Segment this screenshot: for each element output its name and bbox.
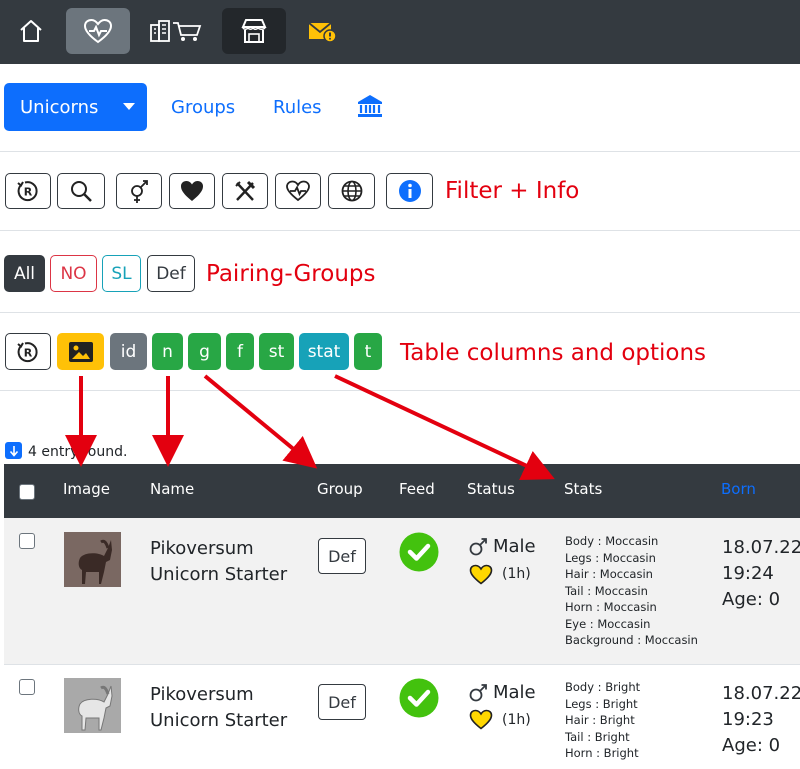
arrow-stats [334,374,555,480]
page: Unicorns Groups Rules R Filter + Info Al… [0,0,800,769]
annotation-arrows [65,374,555,480]
arrow-group [203,374,318,469]
